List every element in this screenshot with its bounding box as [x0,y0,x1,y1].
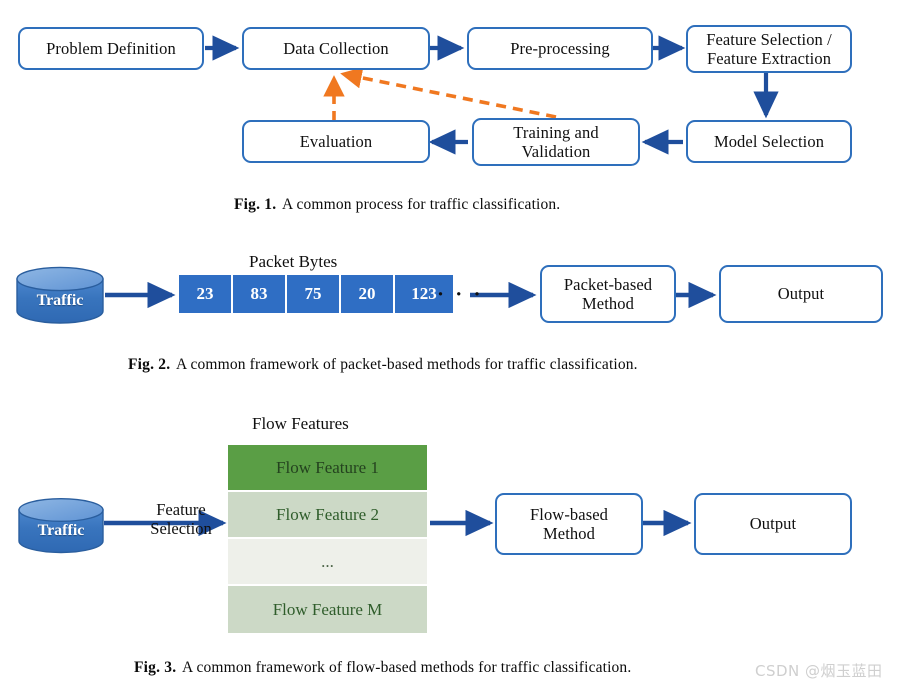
edge-label-line2: Selection [150,519,212,539]
box-label-line2: Validation [521,142,591,161]
csdn-watermark: CSDN @烟玉蓝田 [755,662,883,680]
box-evaluation[interactable]: Evaluation [242,120,430,163]
box-label: Pre-processing [510,38,610,58]
byte-cell[interactable]: 75 [286,274,340,314]
box-packet-based-method[interactable]: Packet-based Method [540,265,676,323]
flow-feature-label: ... [321,551,334,571]
box-label-line1: Flow-based [530,504,608,524]
figure-3-caption-tag: Fig. 3. [134,659,177,676]
figure-3-arrow-layer [104,509,692,537]
box-flow-based-method[interactable]: Flow-based Method [495,493,643,555]
box-label: Model Selection [713,131,825,151]
packet-bytes-title: Packet Bytes [249,252,338,271]
box-label-line2: Method [543,524,595,543]
flow-features-stack: Flow Feature 1 Flow Feature 2 ... Flow F… [228,445,427,633]
box-label: Problem Definition [46,38,176,58]
box-label: Evaluation [299,131,373,151]
box-label-line2: Feature Extraction [706,49,832,68]
figure-1-caption: Fig. 1. A common process for traffic cla… [234,196,560,214]
box-training-validation[interactable]: Training and Validation [472,118,640,166]
figure-2-arrow-layer [105,281,717,309]
packet-bytes-row: 23 83 75 20 123 [178,274,454,314]
flow-feature-label: Flow Feature M [272,599,383,619]
figure-1-caption-tag: Fig. 1. [234,196,277,213]
flow-feature-row[interactable]: ... [228,539,427,586]
box-label: Output [777,284,825,304]
traffic-cylinder-fig3: Traffic [16,497,106,554]
feature-selection-edge-label: Feature Selection [126,500,236,539]
box-label-line2: Method [582,294,634,313]
flow-feature-label: Flow Feature 2 [276,504,379,524]
byte-cell[interactable]: 23 [178,274,232,314]
box-model-selection[interactable]: Model Selection [686,120,852,163]
box-feature-selection-extraction[interactable]: Feature Selection / Feature Extraction [686,25,852,73]
box-label-line1: Packet-based [563,274,653,294]
flow-feature-label: Flow Feature 1 [276,457,379,477]
box-pre-processing[interactable]: Pre-processing [467,27,653,70]
figure-3-caption: Fig. 3. A common framework of flow-based… [134,659,631,677]
packet-bytes-ellipsis: · · · [437,282,484,306]
figure-2-caption: Fig. 2. A common framework of packet-bas… [128,356,638,374]
figure-3-caption-text: A common framework of flow-based methods… [181,659,632,676]
flow-feature-row[interactable]: Flow Feature M [228,586,427,633]
figure-1-caption-text: A common process for traffic classificat… [281,196,561,213]
box-data-collection[interactable]: Data Collection [242,27,430,70]
figure-2-caption-tag: Fig. 2. [128,356,171,373]
box-label-line1: Feature Selection / [706,29,832,49]
box-output-fig2[interactable]: Output [719,265,883,323]
flow-feature-row[interactable]: Flow Feature 1 [228,445,427,492]
flow-feature-row[interactable]: Flow Feature 2 [228,492,427,539]
box-label: Data Collection [283,38,389,58]
box-output-fig3[interactable]: Output [694,493,852,555]
byte-cell[interactable]: 20 [340,274,394,314]
flow-features-title: Flow Features [252,414,349,433]
box-label: Output [749,514,797,534]
box-problem-definition[interactable]: Problem Definition [18,27,204,70]
byte-cell[interactable]: 83 [232,274,286,314]
edge-label-line1: Feature [156,500,206,519]
traffic-label: Traffic [36,292,84,309]
box-label-line1: Training and [513,122,599,142]
traffic-label: Traffic [37,522,85,539]
figure-1-arrow-layer [205,35,779,155]
figure-2-caption-text: A common framework of packet-based metho… [175,356,638,373]
traffic-cylinder-fig2: Traffic [14,266,106,324]
figure-sheet: Problem Definition Data Collection Pre-p… [0,0,906,687]
